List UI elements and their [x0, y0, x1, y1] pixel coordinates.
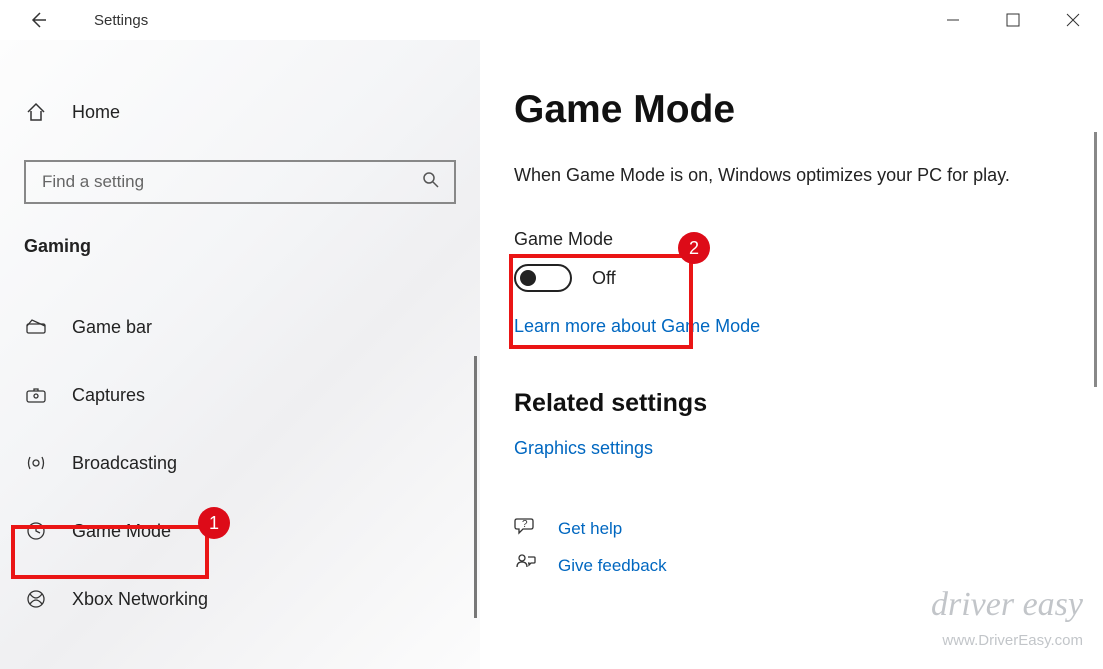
- xbox-networking-icon: [24, 587, 48, 611]
- game-bar-icon: [24, 315, 48, 339]
- sidebar-item-label: Game bar: [72, 317, 152, 338]
- captures-icon: [24, 383, 48, 407]
- sidebar-item-captures[interactable]: Captures: [0, 361, 480, 429]
- sidebar-home-label: Home: [72, 102, 120, 123]
- sidebar-item-game-bar[interactable]: Game bar: [0, 293, 480, 361]
- content-area: Game Mode When Game Mode is on, Windows …: [480, 40, 1103, 669]
- page-description: When Game Mode is on, Windows optimizes …: [514, 162, 1054, 189]
- annotation-box-1: [11, 525, 209, 579]
- content-scrollbar[interactable]: [1094, 132, 1097, 387]
- help-label: Get help: [558, 519, 622, 539]
- arrow-left-icon: [28, 10, 48, 30]
- close-button[interactable]: [1043, 0, 1103, 40]
- minimize-button[interactable]: [923, 0, 983, 40]
- svg-text:?: ?: [522, 519, 528, 530]
- sidebar-category: Gaming: [24, 236, 480, 257]
- sidebar-home[interactable]: Home: [0, 88, 480, 136]
- graphics-settings-link[interactable]: Graphics settings: [514, 438, 653, 459]
- broadcasting-icon: [24, 451, 48, 475]
- sidebar-item-label: Broadcasting: [72, 453, 177, 474]
- search-icon: [422, 171, 440, 194]
- sidebar-item-label: Captures: [72, 385, 145, 406]
- annotation-badge-2: 2: [678, 232, 710, 264]
- search-input[interactable]: [40, 171, 422, 193]
- watermark-text: driver easy: [931, 586, 1083, 623]
- search-box[interactable]: [24, 160, 456, 204]
- title-bar: Settings: [0, 0, 1103, 40]
- annotation-badge-1: 1: [198, 507, 230, 539]
- related-settings-heading: Related settings: [514, 389, 1069, 418]
- help-icon: ?: [514, 515, 538, 542]
- home-icon: [24, 100, 48, 124]
- maximize-icon: [1006, 13, 1020, 27]
- maximize-button[interactable]: [983, 0, 1043, 40]
- close-icon: [1066, 13, 1080, 27]
- sidebar-item-broadcasting[interactable]: Broadcasting: [0, 429, 480, 497]
- back-button[interactable]: [26, 8, 50, 32]
- minimize-icon: [946, 13, 960, 27]
- page-title: Game Mode: [514, 88, 1069, 132]
- give-feedback-link[interactable]: Give feedback: [514, 552, 1069, 579]
- get-help-link[interactable]: ? Get help: [514, 515, 1069, 542]
- setting-label: Game Mode: [514, 229, 1069, 250]
- watermark-url: www.DriverEasy.com: [942, 632, 1083, 649]
- window-title: Settings: [94, 12, 148, 29]
- sidebar-item-label: Xbox Networking: [72, 589, 208, 610]
- feedback-label: Give feedback: [558, 556, 667, 576]
- sidebar-scrollbar[interactable]: [474, 356, 477, 618]
- feedback-icon: [514, 552, 538, 579]
- watermark: driver easy www.DriverEasy.com: [931, 590, 1083, 651]
- annotation-box-2: [509, 254, 693, 349]
